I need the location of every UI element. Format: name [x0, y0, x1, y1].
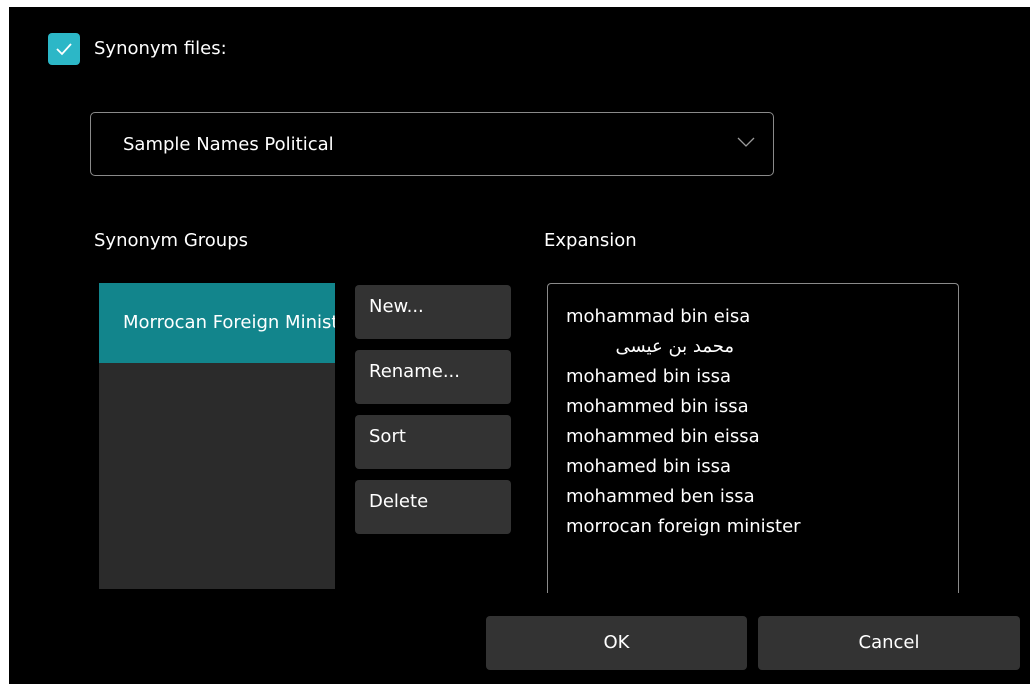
expansion-line: morrocan foreign minister	[566, 516, 801, 537]
synonym-groups-heading: Synonym Groups	[94, 230, 248, 251]
synonym-dialog: Synonym files: Sample Names Political Sy…	[9, 7, 1030, 684]
expansion-line: mohammed ben issa	[566, 486, 755, 507]
expansion-heading: Expansion	[544, 230, 637, 251]
expansion-line: mohammad bin eisa	[566, 306, 751, 327]
expansion-line: mohammed bin issa	[566, 396, 749, 417]
expansion-line: mohamed bin issa	[566, 366, 732, 387]
ok-button[interactable]: OK	[486, 616, 747, 670]
expansion-line: mohammed bin eissa	[566, 426, 760, 447]
checkmark-icon	[56, 43, 72, 56]
sort-button[interactable]: Sort	[355, 415, 511, 469]
expansion-textarea[interactable]: mohammad bin eisa محمد بن عيسى mohamed b…	[547, 283, 959, 593]
cancel-button[interactable]: Cancel	[758, 616, 1020, 670]
synonym-files-label: Synonym files:	[94, 38, 227, 59]
expansion-line: mohamed bin issa	[566, 456, 732, 477]
delete-button[interactable]: Delete	[355, 480, 511, 534]
list-item-selected[interactable]: Morrocan Foreign Minister	[99, 283, 335, 363]
new-button[interactable]: New...	[355, 285, 511, 339]
rename-button[interactable]: Rename...	[355, 350, 511, 404]
synonym-files-checkbox[interactable]	[48, 33, 80, 65]
dropdown-selected-value: Sample Names Political	[123, 134, 334, 155]
synonym-file-dropdown[interactable]: Sample Names Political	[90, 112, 774, 176]
synonym-groups-list[interactable]: Morrocan Foreign Minister	[99, 283, 335, 589]
expansion-line: محمد بن عيسى	[615, 336, 734, 357]
chevron-down-icon	[737, 137, 755, 147]
expansion-lines: mohammad bin eisa محمد بن عيسى mohamed b…	[566, 302, 801, 542]
